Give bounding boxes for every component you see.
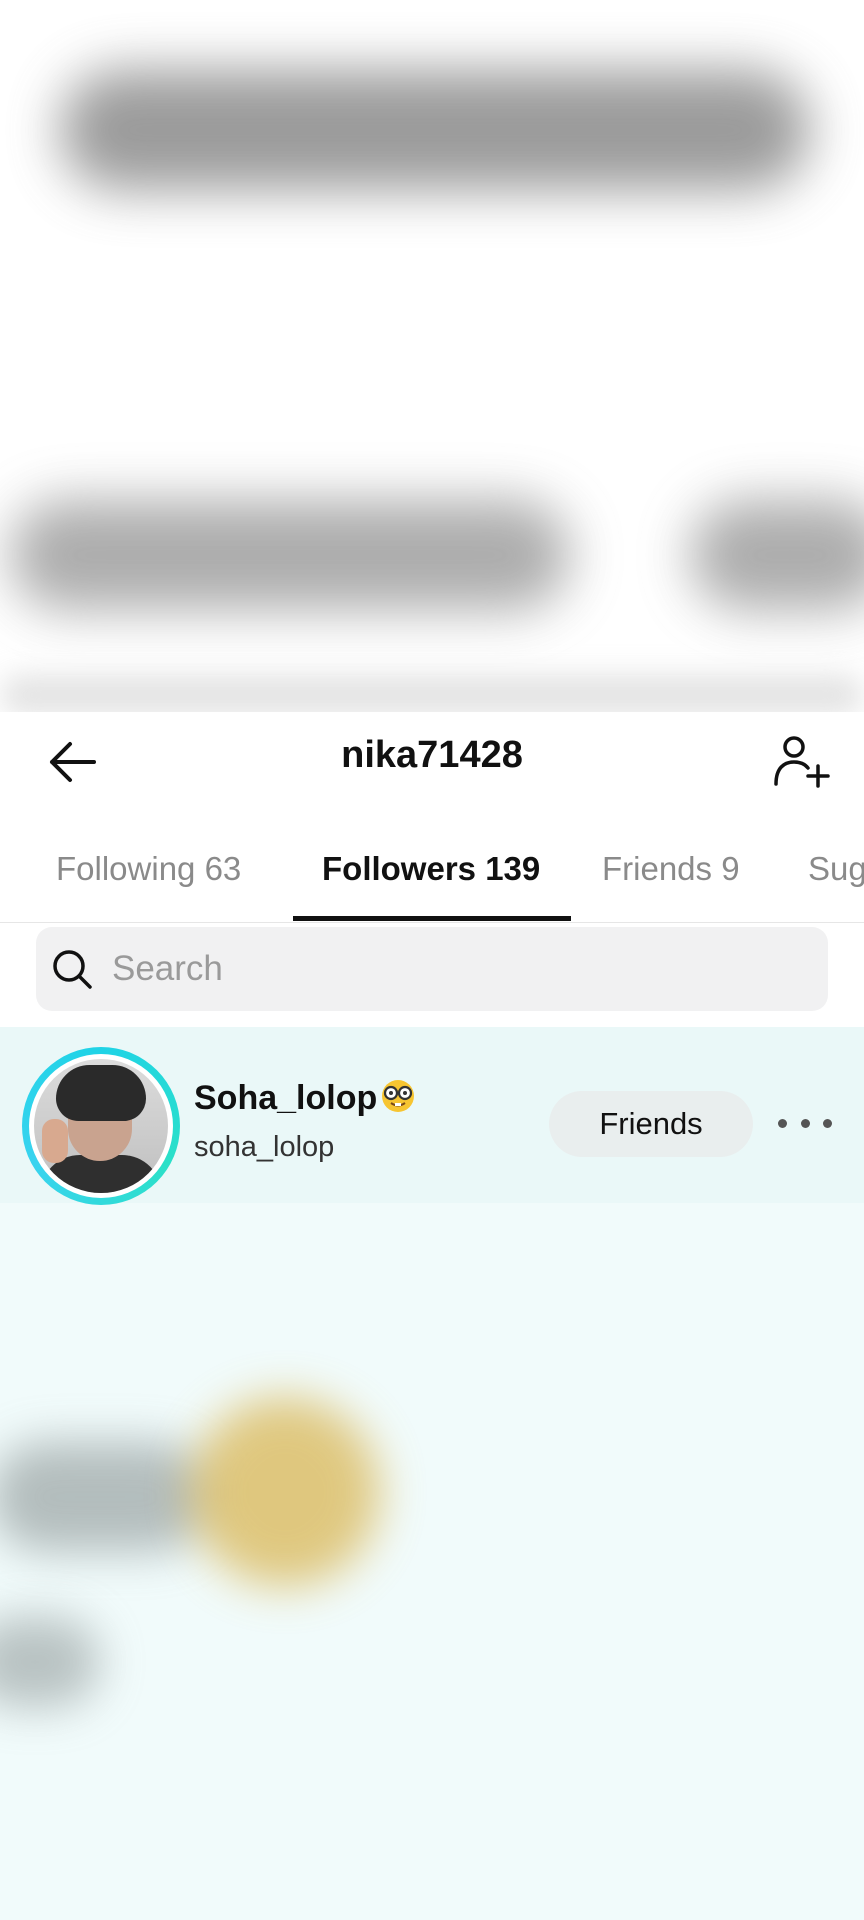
- followers-sheet: nika71428 Following 63 Followers 139 Fri…: [0, 712, 864, 1920]
- list-item[interactable]: Soha_lolop soha_lolop Friends: [0, 1027, 864, 1205]
- blurred-element: [60, 70, 810, 190]
- tab-suggested[interactable]: Sug: [808, 850, 864, 888]
- active-tab-indicator: [293, 916, 571, 921]
- nerd-face-emoji: [382, 1080, 415, 1112]
- avatar-figure: [42, 1119, 68, 1163]
- add-user-icon: [774, 736, 830, 788]
- avatar-figure: [56, 1065, 146, 1121]
- tab-followers[interactable]: Followers 139: [322, 850, 540, 888]
- blurred-background-content: [0, 0, 864, 712]
- avatar[interactable]: [22, 1047, 180, 1205]
- blurred-element: [690, 500, 864, 610]
- blurred-element: [190, 1397, 380, 1587]
- dot: [778, 1118, 787, 1128]
- blurred-element: [10, 500, 570, 610]
- dot: [823, 1118, 832, 1128]
- followers-list: Soha_lolop soha_lolop Friends: [0, 1027, 864, 1920]
- add-user-button[interactable]: [768, 728, 836, 796]
- display-name-text: Soha_lolop: [194, 1079, 378, 1117]
- sheet-header: nika71428: [0, 712, 864, 812]
- tab-friends[interactable]: Friends 9: [602, 850, 740, 888]
- dot: [800, 1118, 810, 1128]
- blurred-element: [0, 1617, 100, 1707]
- blurred-element: [0, 1442, 210, 1552]
- search-placeholder: Search: [112, 949, 223, 988]
- tab-following[interactable]: Following 63: [56, 850, 241, 888]
- follower-display-name[interactable]: Soha_lolop: [194, 1079, 417, 1118]
- search-input[interactable]: Search: [36, 927, 828, 1011]
- more-options-icon[interactable]: [778, 1103, 832, 1143]
- page-title: nika71428: [341, 734, 523, 776]
- friends-button[interactable]: Friends: [549, 1091, 753, 1157]
- follower-username: soha_lolop: [194, 1131, 335, 1163]
- avatar-photo: [34, 1059, 168, 1193]
- blurred-element: [0, 675, 864, 712]
- tab-bar: Following 63 Followers 139 Friends 9 Sug: [0, 812, 864, 923]
- search-icon: [53, 950, 92, 989]
